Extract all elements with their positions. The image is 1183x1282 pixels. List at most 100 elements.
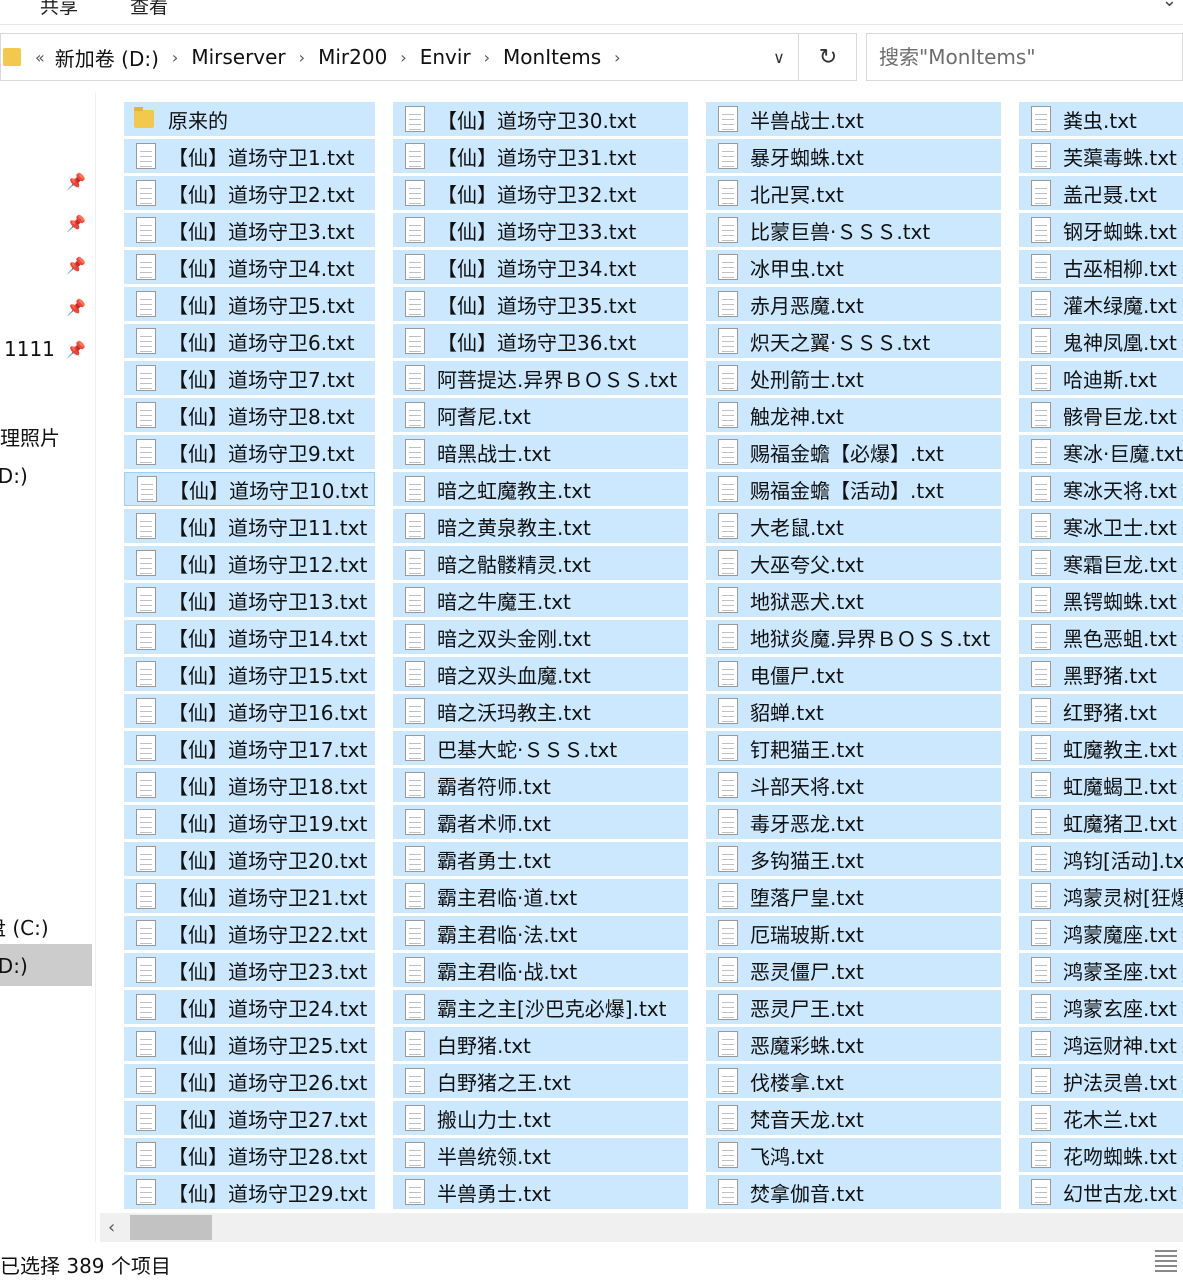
nav-item-photos[interactable]: 处理照片 [0,422,60,451]
file-item[interactable]: 地狱恶犬.txt [706,583,1001,617]
file-item[interactable]: 黑色恶蛆.txt [1019,620,1183,654]
file-item[interactable]: 焚拿伽音.txt [706,1175,1001,1209]
file-item[interactable]: 【仙】道场守卫26.txt [124,1064,375,1098]
file-item[interactable]: 半兽统领.txt [393,1138,688,1172]
file-item[interactable]: 搬山力士.txt [393,1101,688,1135]
file-item[interactable]: 貂蝉.txt [706,694,1001,728]
file-item[interactable]: 伐楼拿.txt [706,1064,1001,1098]
file-item[interactable]: 阿耆尼.txt [393,398,688,432]
file-item[interactable]: 炽天之翼·ＳＳＳ.txt [706,324,1001,358]
file-item[interactable]: 暗之沃玛教主.txt [393,694,688,728]
file-item[interactable]: 【仙】道场守卫16.txt [124,694,375,728]
scroll-left-icon[interactable]: ‹ [108,1213,115,1242]
nav-item-1111[interactable]: 1111 [4,337,55,361]
file-item[interactable]: 【仙】道场守卫29.txt [124,1175,375,1209]
file-item[interactable]: 黑野猪.txt [1019,657,1183,691]
file-item[interactable]: 堕落尸皇.txt [706,879,1001,913]
file-item[interactable]: 鸿蒙灵树[狂爆] [1019,879,1183,913]
file-item[interactable]: 寒冰卫士.txt [1019,509,1183,543]
file-item[interactable]: 霸者术师.txt [393,805,688,839]
file-item[interactable]: 钉耙猫王.txt [706,731,1001,765]
file-item[interactable]: 多钩猫王.txt [706,842,1001,876]
file-item[interactable]: 骸骨巨龙.txt [1019,398,1183,432]
file-item[interactable]: 【仙】道场守卫22.txt [124,916,375,950]
file-item[interactable]: 阿菩提达.异界ＢＯＳＳ.txt [393,361,688,395]
file-item[interactable]: 盖卍聂.txt [1019,176,1183,210]
file-item[interactable]: 巴基大蛇·ＳＳＳ.txt [393,731,688,765]
file-item[interactable]: 鸿运财神.txt [1019,1027,1183,1061]
file-item[interactable]: 暗之骷髅精灵.txt [393,546,688,580]
file-item[interactable]: 护法灵兽.txt [1019,1064,1183,1098]
address-bar[interactable]: « 新加卷 (D:) › Mirserver › Mir200 › Envir … [0,33,857,81]
file-item[interactable]: 【仙】道场守卫15.txt [124,657,375,691]
file-item[interactable]: 灌木绿魔.txt [1019,287,1183,321]
file-item[interactable]: 半兽战士.txt [706,102,1001,136]
file-item[interactable]: 红野猪.txt [1019,694,1183,728]
file-item[interactable]: 赐福金蟾【必爆】.txt [706,435,1001,469]
file-item[interactable]: 白野猪之王.txt [393,1064,688,1098]
crumb-envir[interactable]: Envir [420,45,471,69]
file-item[interactable]: 【仙】道场守卫31.txt [393,139,688,173]
file-item[interactable]: 【仙】道场守卫25.txt [124,1027,375,1061]
file-item[interactable]: 鸿蒙魔座.txt [1019,916,1183,950]
file-item[interactable]: 暗之双头金刚.txt [393,620,688,654]
file-item[interactable]: 冰甲虫.txt [706,250,1001,284]
file-item[interactable]: 鸿蒙玄座.txt [1019,990,1183,1024]
file-item[interactable]: 【仙】道场守卫10.txt [124,472,375,506]
chevron-right-icon[interactable]: › [299,48,305,67]
file-item[interactable]: 【仙】道场守卫33.txt [393,213,688,247]
file-item[interactable]: 【仙】道场守卫3.txt [124,213,375,247]
file-item[interactable]: 黑锷蜘蛛.txt [1019,583,1183,617]
file-item[interactable]: 【仙】道场守卫28.txt [124,1138,375,1172]
file-item[interactable]: 【仙】道场守卫8.txt [124,398,375,432]
pin-icon[interactable]: 📌 [66,172,86,191]
file-item[interactable]: 【仙】道场守卫12.txt [124,546,375,580]
file-item[interactable]: 地狱炎魔.异界ＢＯＳＳ.txt [706,620,1001,654]
chevron-right-icon[interactable]: › [172,48,178,67]
file-item[interactable]: 【仙】道场守卫18.txt [124,768,375,802]
file-item[interactable]: 【仙】道场守卫30.txt [393,102,688,136]
refresh-icon[interactable]: ↻ [798,34,857,80]
file-item[interactable]: 【仙】道场守卫23.txt [124,953,375,987]
file-item[interactable]: 【仙】道场守卫1.txt [124,139,375,173]
chevron-right-icon[interactable]: › [614,48,620,67]
file-item[interactable]: 白野猪.txt [393,1027,688,1061]
folder-item[interactable]: 原来的 [124,102,375,136]
file-item[interactable]: 暗之虹魔教主.txt [393,472,688,506]
file-item[interactable]: 【仙】道场守卫4.txt [124,250,375,284]
file-item[interactable]: 【仙】道场守卫11.txt [124,509,375,543]
file-item[interactable]: 鸿蒙圣座.txt [1019,953,1183,987]
nav-item-drive-d-selected[interactable]: (D:) [0,954,28,978]
file-item[interactable]: 【仙】道场守卫2.txt [124,176,375,210]
overflow-chevrons-icon[interactable]: « [35,48,45,67]
address-dropdown-icon[interactable]: ∨ [761,34,797,80]
nav-item-drive-c[interactable]: 盘 (C:) [0,912,49,941]
file-item[interactable]: 赤月恶魔.txt [706,287,1001,321]
file-item[interactable]: 电僵尸.txt [706,657,1001,691]
file-item[interactable]: 花木兰.txt [1019,1101,1183,1135]
file-item[interactable]: 触龙神.txt [706,398,1001,432]
file-item[interactable]: 【仙】道场守卫17.txt [124,731,375,765]
ribbon-tab-view[interactable]: 查看 [130,0,168,19]
file-item[interactable]: 北卍冥.txt [706,176,1001,210]
file-item[interactable]: 粪虫.txt [1019,102,1183,136]
file-item[interactable]: 【仙】道场守卫24.txt [124,990,375,1024]
file-item[interactable]: 【仙】道场守卫9.txt [124,435,375,469]
file-item[interactable]: 【仙】道场守卫14.txt [124,620,375,654]
file-item[interactable]: 暗之牛魔王.txt [393,583,688,617]
crumb-monitems[interactable]: MonItems [503,45,601,69]
chevron-right-icon[interactable]: › [484,48,490,67]
file-item[interactable]: 暗之双头血魔.txt [393,657,688,691]
file-item[interactable]: 【仙】道场守卫6.txt [124,324,375,358]
file-item[interactable]: 虹魔教主.txt [1019,731,1183,765]
file-item[interactable]: 虹魔猪卫.txt [1019,805,1183,839]
horizontal-scrollbar[interactable]: ‹ [100,1213,1183,1242]
crumb-mirserver[interactable]: Mirserver [191,45,285,69]
file-item[interactable]: 芙蕖毒蛛.txt [1019,139,1183,173]
file-item[interactable]: 处刑箭士.txt [706,361,1001,395]
file-item[interactable]: 半兽勇士.txt [393,1175,688,1209]
file-item[interactable]: 【仙】道场守卫32.txt [393,176,688,210]
file-item[interactable]: 幻世古龙.txt [1019,1175,1183,1209]
pin-icon[interactable]: 📌 [66,256,86,275]
file-item[interactable]: 毒牙恶龙.txt [706,805,1001,839]
